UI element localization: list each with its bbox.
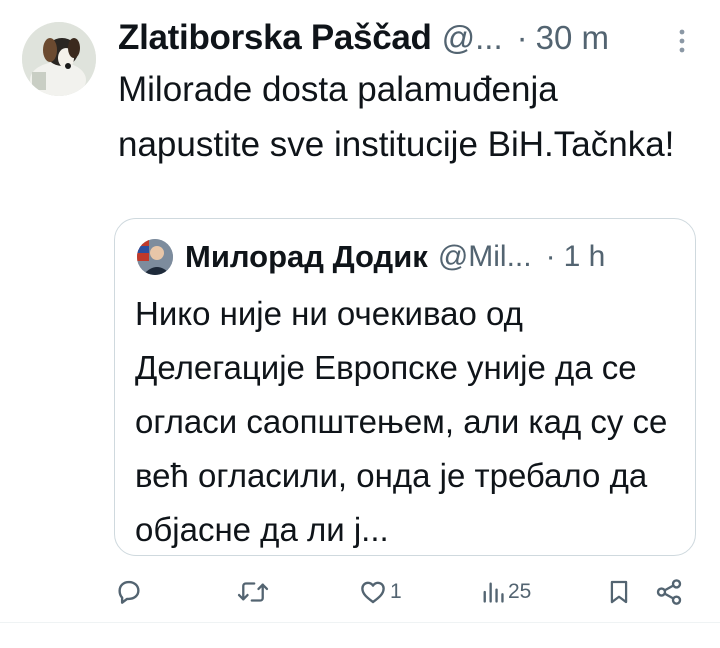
quoted-timestamp[interactable]: 1 h xyxy=(564,240,606,274)
views-button[interactable]: 25 xyxy=(480,572,531,612)
divider xyxy=(0,622,720,623)
bookmark-icon xyxy=(610,580,628,604)
quoted-tweet-text: Нико није ни очекивао од Делегације Евро… xyxy=(135,295,668,548)
person-avatar-icon xyxy=(137,239,173,275)
like-count: 1 xyxy=(390,580,402,603)
author-avatar[interactable] xyxy=(22,22,96,96)
quoted-author-avatar[interactable] xyxy=(137,239,173,275)
reply-icon xyxy=(118,580,140,604)
quoted-author-name[interactable]: Милорад Додик xyxy=(185,239,428,275)
tweet-text: Milorade dosta palamuđenja napustite sve… xyxy=(118,70,675,164)
retweet-button[interactable] xyxy=(236,572,272,612)
tweet-header: Zlatiborska Paščad @... · 30 m xyxy=(118,14,698,62)
dog-avatar-icon xyxy=(22,22,96,96)
separator-dot: · xyxy=(516,19,528,56)
quoted-tweet[interactable]: Милорад Додик @Mil... · 1 h Нико није ни… xyxy=(114,218,696,556)
views-icon xyxy=(483,582,504,603)
quoted-author-handle[interactable]: @Mil... xyxy=(438,240,532,274)
quoted-separator-dot: · xyxy=(545,240,556,273)
author-handle[interactable]: @... xyxy=(442,19,503,57)
tweet-timestamp[interactable]: 30 m xyxy=(536,19,609,57)
reply-button[interactable] xyxy=(114,572,146,612)
author-name[interactable]: Zlatiborska Paščad xyxy=(118,18,432,58)
tweet[interactable]: Zlatiborska Paščad @... · 30 m Milorade … xyxy=(0,0,720,622)
like-button[interactable]: 1 xyxy=(358,572,402,612)
more-options-icon[interactable] xyxy=(676,28,688,54)
heart-icon xyxy=(361,581,385,604)
share-icon xyxy=(656,579,682,605)
views-count: 25 xyxy=(508,580,532,603)
quoted-tweet-header: Милорад Додик @Mil... · 1 h xyxy=(185,233,685,281)
retweet-icon xyxy=(237,582,269,602)
bookmark-button[interactable] xyxy=(606,572,632,612)
share-button[interactable] xyxy=(654,572,684,612)
